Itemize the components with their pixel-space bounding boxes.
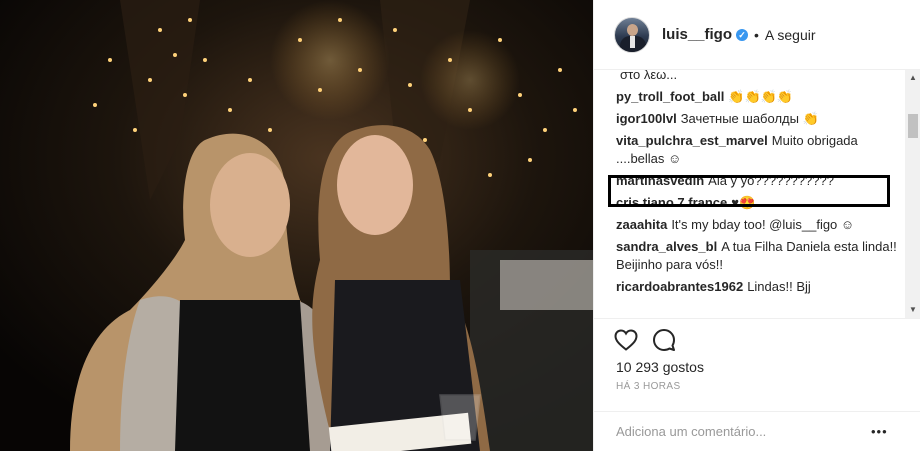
heart-icon[interactable]: [614, 329, 638, 351]
comment-text: στο λεω...: [620, 70, 678, 82]
comment-user[interactable]: sandra_alves_bl: [616, 239, 717, 254]
comment-item: py_troll_foot_ball 👏👏👏👏: [616, 88, 900, 106]
comment-input[interactable]: Adiciona um comentário...: [616, 424, 871, 439]
comment-item: zaaahita It's my bday too! @luis__figo ☺: [616, 216, 900, 234]
following-button[interactable]: A seguir: [765, 27, 816, 43]
comment-item-highlighted: martinasvedin Ala y yo???????????: [616, 172, 900, 190]
scroll-up-arrow-icon[interactable]: ▲: [905, 70, 920, 86]
add-comment-bar: Adiciona um comentário... •••: [594, 411, 920, 451]
comment-user[interactable]: ricardoabrantes1962: [616, 279, 743, 294]
comment-text: Lindas!! Bjj: [747, 279, 811, 294]
comment-user[interactable]: martinasvedin: [616, 173, 704, 188]
more-options-icon[interactable]: •••: [871, 424, 901, 439]
avatar[interactable]: [614, 16, 650, 53]
post-actions: 10 293 gostos HÁ 3 HORAS Adiciona um com…: [594, 318, 920, 439]
speech-bubble-icon[interactable]: [652, 328, 676, 352]
comment-user[interactable]: vita_pulchra_est_marvel: [616, 133, 768, 148]
comment-text: It's my bday too! @luis__figo ☺: [671, 217, 855, 232]
comment-user[interactable]: cris.tiano.7.france: [616, 195, 727, 210]
comment-item: igor100lvl Зачетные шаболды 👏: [616, 110, 900, 128]
comment-user[interactable]: zaaahita: [616, 217, 667, 232]
username-link[interactable]: luis__figo: [662, 26, 732, 43]
comment-text: ♥😍: [731, 195, 756, 210]
comment-list: στο λεω... py_troll_foot_ball 👏👏👏👏 igor10…: [616, 70, 900, 300]
comment-item: στο λεω...: [616, 70, 900, 84]
comment-text: Ala y yo???????????: [708, 173, 834, 188]
scroll-down-arrow-icon[interactable]: ▼: [905, 302, 920, 318]
comment-item: vita_pulchra_est_marvel Muito obrigada ..…: [616, 132, 900, 168]
post-timestamp[interactable]: HÁ 3 HORAS: [616, 381, 681, 392]
comment-user[interactable]: py_troll_foot_ball: [616, 89, 724, 104]
action-icons: [614, 325, 690, 355]
comment-text: 👏👏👏👏: [728, 89, 794, 104]
likes-count[interactable]: 10 293 gostos: [616, 359, 704, 375]
separator-dot: •: [754, 26, 759, 43]
comment-text: Зачетные шаболды 👏: [680, 111, 819, 126]
comment-item: sandra_alves_bl A tua Filha Daniela esta …: [616, 238, 900, 274]
post-panel: luis__figo ✓ • A seguir στο λεω... py_tr…: [593, 0, 920, 451]
comments-section: στο λεω... py_troll_foot_ball 👏👏👏👏 igor10…: [594, 70, 920, 318]
post-header: luis__figo ✓ • A seguir: [594, 0, 920, 70]
photo-illustration: [0, 0, 593, 451]
comment-item: ricardoabrantes1962 Lindas!! Bjj: [616, 278, 900, 296]
comments-scrollbar[interactable]: ▲ ▼: [905, 70, 920, 318]
scrollbar-thumb[interactable]: [908, 114, 918, 138]
comment-user[interactable]: igor100lvl: [616, 111, 677, 126]
comment-item: cris.tiano.7.france ♥😍: [616, 194, 900, 212]
post-photo[interactable]: [0, 0, 593, 451]
verified-badge-icon: ✓: [736, 28, 749, 41]
